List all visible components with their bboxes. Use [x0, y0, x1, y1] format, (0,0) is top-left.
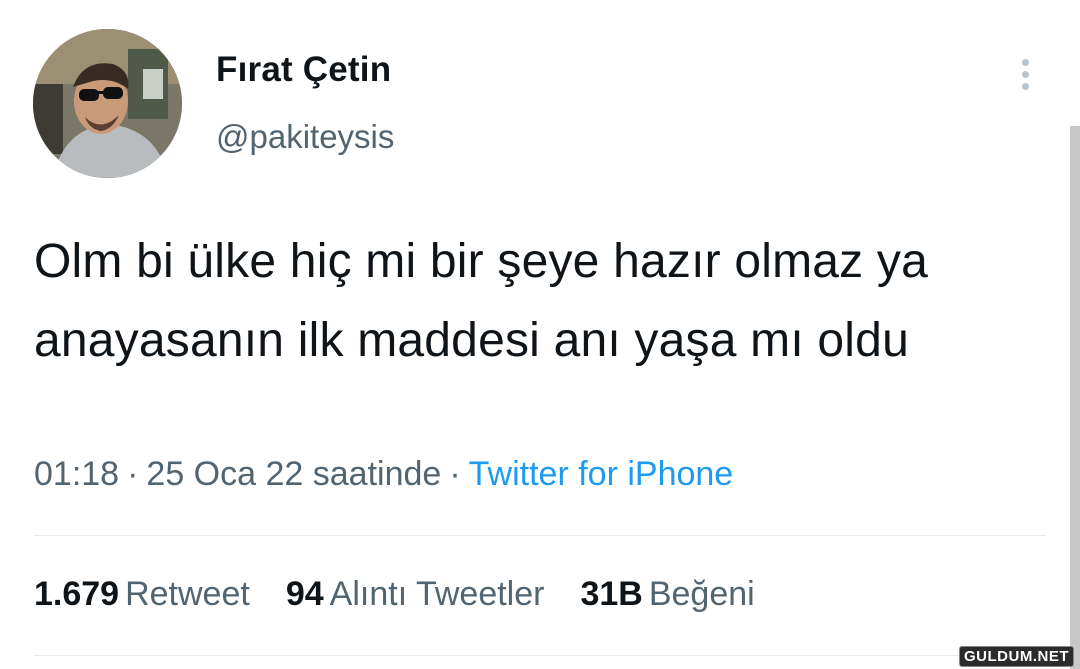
user-handle[interactable]: @pakiteysis [216, 118, 394, 156]
avatar[interactable] [33, 29, 182, 178]
quotes-count: 94 [285, 575, 324, 613]
likes-count: 31B [580, 575, 643, 613]
avatar-photo [33, 29, 182, 178]
more-vertical-icon [1021, 58, 1029, 66]
tweet-detail: Fırat Çetin @pakiteysis Olm bi ülke hiç … [0, 0, 1080, 669]
tweet-source-link[interactable]: Twitter for iPhone [469, 455, 734, 493]
quotes-stat[interactable]: 94 Alıntı Tweetler [286, 575, 545, 614]
display-name[interactable]: Fırat Çetin [216, 50, 391, 90]
scrollbar[interactable] [1070, 126, 1080, 669]
more-vertical-icon-dot-2 [1021, 70, 1029, 78]
tweet-text: Olm bi ülke hiç mi bir şeye hazır olmaz … [34, 235, 929, 367]
tweet-meta: 01:18 · 25 Oca 22 saatinde · Twitter for iPh… [34, 455, 733, 494]
divider [34, 655, 1046, 656]
meta-separator: · [127, 455, 139, 493]
likes-stat[interactable]: 31B Beğeni [580, 575, 754, 614]
meta-separator: · [449, 455, 461, 493]
likes-label: Beğeni [648, 575, 755, 613]
retweets-stat[interactable]: 1.679 Retweet [34, 575, 250, 614]
divider [34, 535, 1046, 536]
tweet-stats: 1.679 Retweet 94 Alıntı Tweetler 31B Beğeni [34, 575, 791, 614]
tweet-date[interactable]: 25 Oca 22 saatinde [146, 455, 441, 493]
retweets-count: 1.679 [34, 575, 120, 613]
watermark: GULDUM.NET [959, 646, 1074, 667]
quotes-label: Alıntı Tweetler [329, 575, 545, 613]
tweet-time[interactable]: 01:18 [34, 455, 119, 493]
more-options-button[interactable] [1006, 52, 1044, 96]
more-vertical-icon-dot-3 [1021, 82, 1029, 90]
retweets-label: Retweet [125, 575, 250, 613]
